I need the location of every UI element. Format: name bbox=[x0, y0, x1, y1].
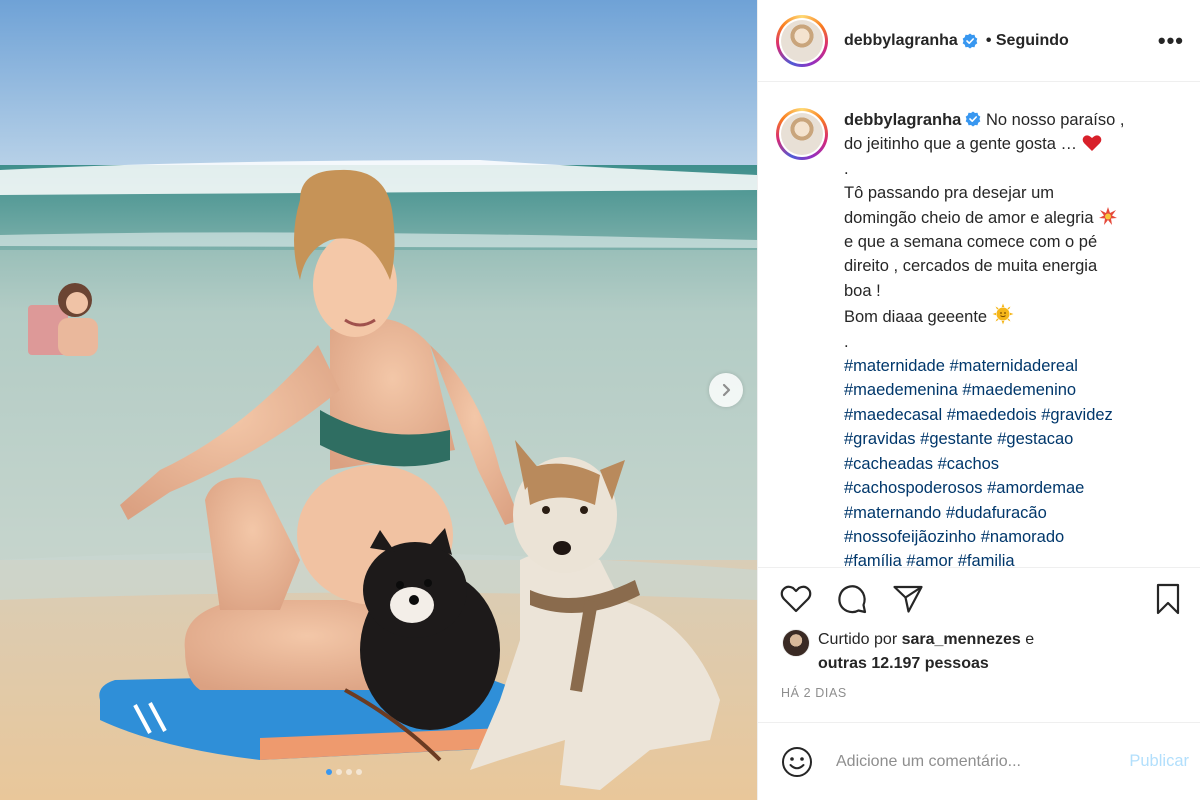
hashtag-link[interactable]: #maternidade bbox=[844, 357, 945, 375]
carousel-next-button[interactable] bbox=[709, 373, 743, 407]
hashtag-link[interactable]: #maedemenino bbox=[962, 381, 1076, 399]
carousel-indicator bbox=[326, 769, 362, 775]
post-actions-bar bbox=[758, 568, 1200, 630]
hashtag-link[interactable]: #familia bbox=[958, 552, 1015, 567]
hashtag-link[interactable]: #amor bbox=[906, 552, 953, 567]
post-header: debbylagranha • Seguindo ••• bbox=[758, 0, 1200, 82]
hashtag-link[interactable]: #dudafuracão bbox=[946, 504, 1047, 522]
hashtag-link[interactable]: #maedemenina bbox=[844, 381, 958, 399]
smiley-icon bbox=[782, 746, 812, 777]
caption-line: No nosso paraíso , bbox=[985, 111, 1125, 129]
hashtag-link[interactable]: #família bbox=[844, 552, 902, 567]
header-user: debbylagranha • Seguindo bbox=[844, 32, 1069, 50]
carousel-dot bbox=[346, 769, 352, 775]
add-comment-form: Publicar bbox=[758, 722, 1200, 800]
more-options-button[interactable]: ••• bbox=[1158, 28, 1184, 54]
publish-button[interactable]: Publicar bbox=[1129, 752, 1189, 771]
hashtag-list: #maternidade #maternidadereal #maedemeni… bbox=[844, 357, 1113, 567]
following-label: Seguindo bbox=[995, 31, 1069, 49]
author-username[interactable]: debbylagranha bbox=[844, 32, 958, 50]
collision-icon bbox=[1099, 206, 1118, 225]
likes-count-link[interactable]: outras 12.197 pessoas bbox=[818, 655, 989, 672]
carousel-dot bbox=[336, 769, 342, 775]
caption-line: e que a semana comece com o pé bbox=[844, 233, 1098, 252]
hashtag-link[interactable]: #maternando bbox=[844, 504, 941, 522]
save-button[interactable] bbox=[1150, 581, 1186, 617]
caption-line: direito , cercados de muita energia bbox=[844, 257, 1098, 276]
hashtag-link[interactable]: #nossofeijãozinho bbox=[844, 528, 976, 546]
paper-plane-icon bbox=[893, 585, 923, 613]
liker-avatar[interactable] bbox=[782, 629, 810, 657]
emoji-picker-button[interactable] bbox=[780, 745, 814, 779]
likes-summary: Curtido por sara_mennezes e outras 12.19… bbox=[758, 628, 1200, 676]
likes-connector: e bbox=[1025, 631, 1035, 648]
caption-username[interactable]: debbylagranha bbox=[844, 111, 961, 129]
likes-text: Curtido por sara_mennezes e outras 12.19… bbox=[818, 628, 1034, 676]
hashtag-link[interactable]: #cachospoderosos bbox=[844, 479, 983, 497]
hashtag-link[interactable]: #gravidas bbox=[844, 430, 916, 448]
likes-prefix: Curtido por bbox=[818, 631, 898, 648]
post-side-panel: debbylagranha • Seguindo ••• debbylagran… bbox=[757, 0, 1200, 800]
bookmark-icon bbox=[1156, 583, 1180, 615]
following-status[interactable]: • Seguindo bbox=[986, 32, 1069, 50]
comment-input[interactable] bbox=[836, 752, 1106, 771]
liker-username[interactable]: sara_mennezes bbox=[902, 631, 1021, 648]
chevron-right-icon bbox=[722, 383, 731, 397]
hashtag-link[interactable]: #maedecasal bbox=[844, 406, 942, 424]
heart-icon bbox=[780, 585, 812, 613]
hashtag-link[interactable]: #cachos bbox=[938, 455, 999, 473]
caption-line: boa ! bbox=[844, 281, 881, 300]
post-photo[interactable] bbox=[0, 0, 757, 800]
separator-dot: • bbox=[985, 31, 992, 49]
hashtag-link[interactable]: #namorado bbox=[981, 528, 1064, 546]
caption: debbylagranha No nosso paraíso , do jeit… bbox=[844, 108, 1164, 567]
red-heart-icon bbox=[1082, 135, 1101, 152]
post-date[interactable]: HÁ 2 DIAS bbox=[758, 676, 1200, 700]
comments-section: debbylagranha No nosso paraíso , do jeit… bbox=[758, 82, 1200, 568]
hashtag-link[interactable]: #cacheadas bbox=[844, 455, 933, 473]
comment-button[interactable] bbox=[834, 581, 870, 617]
hashtag-link[interactable]: #amordemae bbox=[987, 479, 1084, 497]
hashtag-link[interactable]: #maededois bbox=[947, 406, 1037, 424]
caption-line: Bom diaaa geeente bbox=[844, 308, 988, 327]
hashtag-link[interactable]: #maternidadereal bbox=[950, 357, 1078, 375]
caption-line: Tô passando pra desejar um bbox=[844, 184, 1055, 203]
verified-badge-icon bbox=[962, 33, 978, 48]
beach-photo-illustration bbox=[0, 0, 757, 800]
comment-icon bbox=[838, 585, 867, 614]
caption-dot: . bbox=[844, 332, 849, 351]
carousel-dot bbox=[356, 769, 362, 775]
like-button[interactable] bbox=[778, 581, 814, 617]
carousel-dot-active bbox=[326, 769, 332, 775]
hashtag-link[interactable]: #gestacao bbox=[997, 430, 1073, 448]
caption-line: domingão cheio de amor e alegria bbox=[844, 208, 1094, 227]
caption-author-avatar[interactable] bbox=[776, 108, 828, 160]
hashtag-link[interactable]: #gestante bbox=[920, 430, 992, 448]
verified-badge-icon bbox=[966, 111, 981, 127]
author-avatar[interactable] bbox=[776, 14, 828, 67]
share-button[interactable] bbox=[890, 581, 926, 617]
hashtag-link[interactable]: #gravidez bbox=[1041, 406, 1113, 424]
caption-dot: . bbox=[844, 159, 849, 178]
caption-line: do jeitinho que a gente gosta … bbox=[844, 135, 1078, 154]
sun-face-icon bbox=[992, 303, 1014, 325]
